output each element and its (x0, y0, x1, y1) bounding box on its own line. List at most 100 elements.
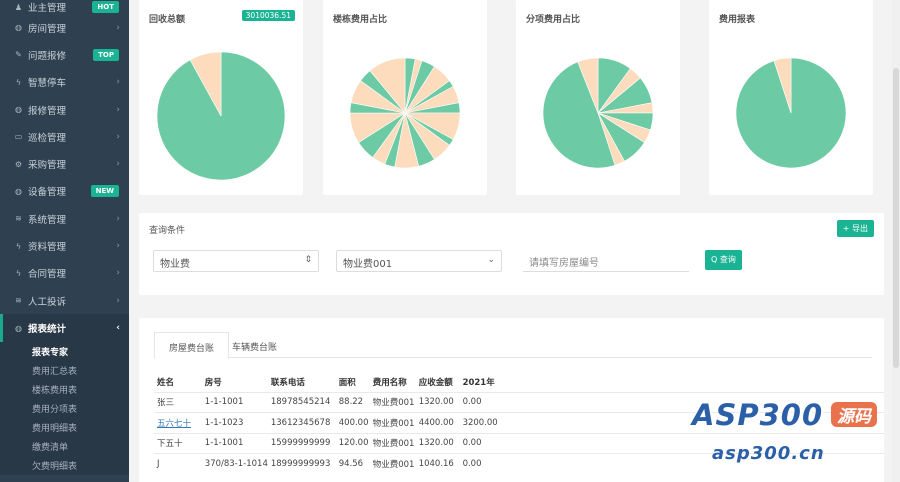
sidebar-item-label: 智慧停车 (28, 78, 67, 90)
submenu-item[interactable]: 报表专家 (0, 342, 129, 361)
cell-area: 94.56 (335, 453, 370, 474)
sidebar-item-label: 问题报修 (28, 50, 67, 62)
chevron-right-icon: › (116, 159, 120, 170)
cell-phone: 18978545214 (267, 391, 336, 413)
cell-name: 张三 (154, 391, 202, 413)
fee-type-select[interactable]: 物业费 ⇕ (153, 250, 319, 272)
chevron-right-icon: › (116, 77, 120, 88)
chevron-right-icon: › (116, 213, 120, 224)
sidebar-badge: NEW (90, 185, 119, 198)
col-header: 2021年 (462, 377, 495, 388)
cell-name: J (154, 453, 202, 474)
chart-card-total: 回收总额 3010036.51 (139, 0, 303, 195)
fee-type-value: 物业费 (160, 259, 190, 270)
tab-vehicle-ledger[interactable]: 车辆费台账 (218, 332, 291, 359)
chevron-right-icon: › (116, 104, 120, 115)
chevron-right-icon: › (116, 241, 120, 252)
cell-amount: 1320.00 (415, 432, 460, 454)
cell-name[interactable]: 五六七十 (154, 412, 202, 433)
watermark-brand: ASP300 (692, 398, 824, 432)
sidebar-item[interactable]: ≋ 系统管理 › (0, 205, 129, 232)
submenu-item[interactable]: 费用明细表 (0, 418, 129, 437)
gear-icon: ⚙ (14, 159, 23, 169)
export-button[interactable]: + 导出 (836, 220, 874, 237)
scrollbar-thumb[interactable] (893, 68, 899, 368)
submenu-item[interactable]: 费用汇总表 (0, 361, 129, 380)
chevron-right-icon: › (116, 131, 120, 142)
user-icon: ♟ (14, 2, 23, 12)
wifi-icon: ≋ (15, 296, 22, 306)
cell-amount: 1040.16 (415, 453, 460, 474)
sidebar-item[interactable]: ◍ 报修管理 › (0, 96, 129, 123)
cell-area: 400.00 (335, 412, 370, 433)
chevron-down-icon: ⌄ (487, 255, 495, 265)
chart-card-report: 费用报表 (709, 0, 873, 195)
col-header: 房号 (204, 377, 222, 388)
sidebar-item[interactable]: ✎ 问题报修 TOP (0, 41, 129, 68)
fee-item-select[interactable]: 物业费001 ⌄ (336, 250, 502, 272)
col-header: 应收金额 (418, 377, 453, 388)
sidebar-item[interactable]: ◍ 房间管理 › (0, 14, 129, 41)
sidebar-badge: HOT (92, 1, 119, 13)
cell-name: 下五十 (154, 432, 202, 454)
chart-title: 回收总额 (149, 15, 186, 25)
cell-area: 120.00 (335, 432, 370, 454)
sidebar-item-label: 巡检管理 (28, 132, 67, 144)
sidebar-item[interactable]: ♟ 业主管理 HOT (0, 0, 129, 14)
globe-icon: ◍ (15, 323, 22, 333)
cell-phone: 18999999993 (267, 453, 336, 474)
globe-icon: ◍ (15, 23, 22, 33)
cell-y2021: 0.00 (459, 391, 500, 413)
chevron-right-icon: › (116, 295, 120, 306)
chevron-right-icon: › (116, 268, 120, 279)
sidebar-item-label: 报表统计 (28, 324, 67, 336)
sidebar-item[interactable]: ϟ 合同管理 › (0, 260, 129, 287)
search-button[interactable]: Q 查询 (705, 250, 742, 270)
cell-fee: 物业费001 (369, 391, 416, 413)
cell-fee: 物业费001 (369, 453, 416, 474)
sidebar-item-label: 人工投诉 (28, 296, 67, 308)
submenu-item[interactable]: 楼栋费用表 (0, 380, 129, 399)
chevron-right-icon: › (116, 22, 120, 33)
fee-item-value: 物业费001 (343, 259, 393, 270)
edit-icon: ✎ (15, 50, 22, 60)
watermark-domain: asp300.cn (712, 443, 825, 464)
sidebar-item[interactable]: ◍ 设备管理 NEW (0, 178, 129, 205)
sidebar-item-label: 系统管理 (28, 214, 67, 226)
sidebar-item[interactable]: ϟ 资料管理 › (0, 232, 129, 259)
room-number-input[interactable]: 请填写房屋编号 (523, 250, 689, 272)
sidebar-item-label: 采购管理 (28, 160, 67, 172)
col-header: 联系电话 (270, 377, 305, 388)
submenu-item[interactable]: 欠费明细表 (0, 456, 129, 475)
cell-phone: 15999999999 (267, 432, 336, 454)
sidebar-item-label: 合同管理 (28, 269, 67, 281)
col-header: 面积 (338, 377, 356, 388)
cell-room: 1-1-1001 (201, 391, 268, 413)
sidebar-item-label: 资料管理 (28, 242, 67, 254)
sidebar-item[interactable]: ϟ 智慧停车 › (0, 69, 129, 96)
cell-fee: 物业费001 (369, 412, 416, 433)
watermark-logo: ASP300 源码 asp300.cn (692, 398, 892, 476)
cell-area: 88.22 (335, 391, 370, 413)
sidebar-item[interactable]: ⚙ 采购管理 › (0, 150, 129, 177)
bolt-icon: ϟ (15, 241, 22, 251)
chart-card-building: 楼栋费用占比 (323, 0, 487, 195)
sidebar-item-label: 报修管理 (28, 105, 67, 117)
submenu-item[interactable]: 费用分项表 (0, 399, 129, 418)
updown-arrow-icon: ⇕ (304, 255, 312, 265)
sidebar-item-label: 业主管理 (28, 3, 67, 14)
cell-y2021: 0.00 (459, 453, 500, 474)
page-scrollbar[interactable] (892, 0, 900, 482)
cell-fee: 物业费001 (369, 432, 416, 454)
cell-amount: 4400.00 (415, 412, 460, 433)
sidebar-item[interactable]: ≋ 人工投诉 › (0, 287, 129, 314)
submenu-item[interactable]: 缴费清单 (0, 437, 129, 456)
sidebar-item[interactable]: ◍ 报表统计 ‹ (0, 314, 129, 343)
chart-title: 楼栋费用占比 (333, 15, 388, 25)
globe-icon: ◍ (15, 105, 22, 115)
wifi-icon: ≋ (15, 214, 22, 224)
col-header: 费用名称 (372, 377, 407, 388)
chart-card-item: 分项费用占比 (516, 0, 680, 195)
sidebar-item[interactable]: ▭ 巡检管理 › (0, 123, 129, 150)
sidebar-item-label: 房间管理 (28, 23, 67, 35)
